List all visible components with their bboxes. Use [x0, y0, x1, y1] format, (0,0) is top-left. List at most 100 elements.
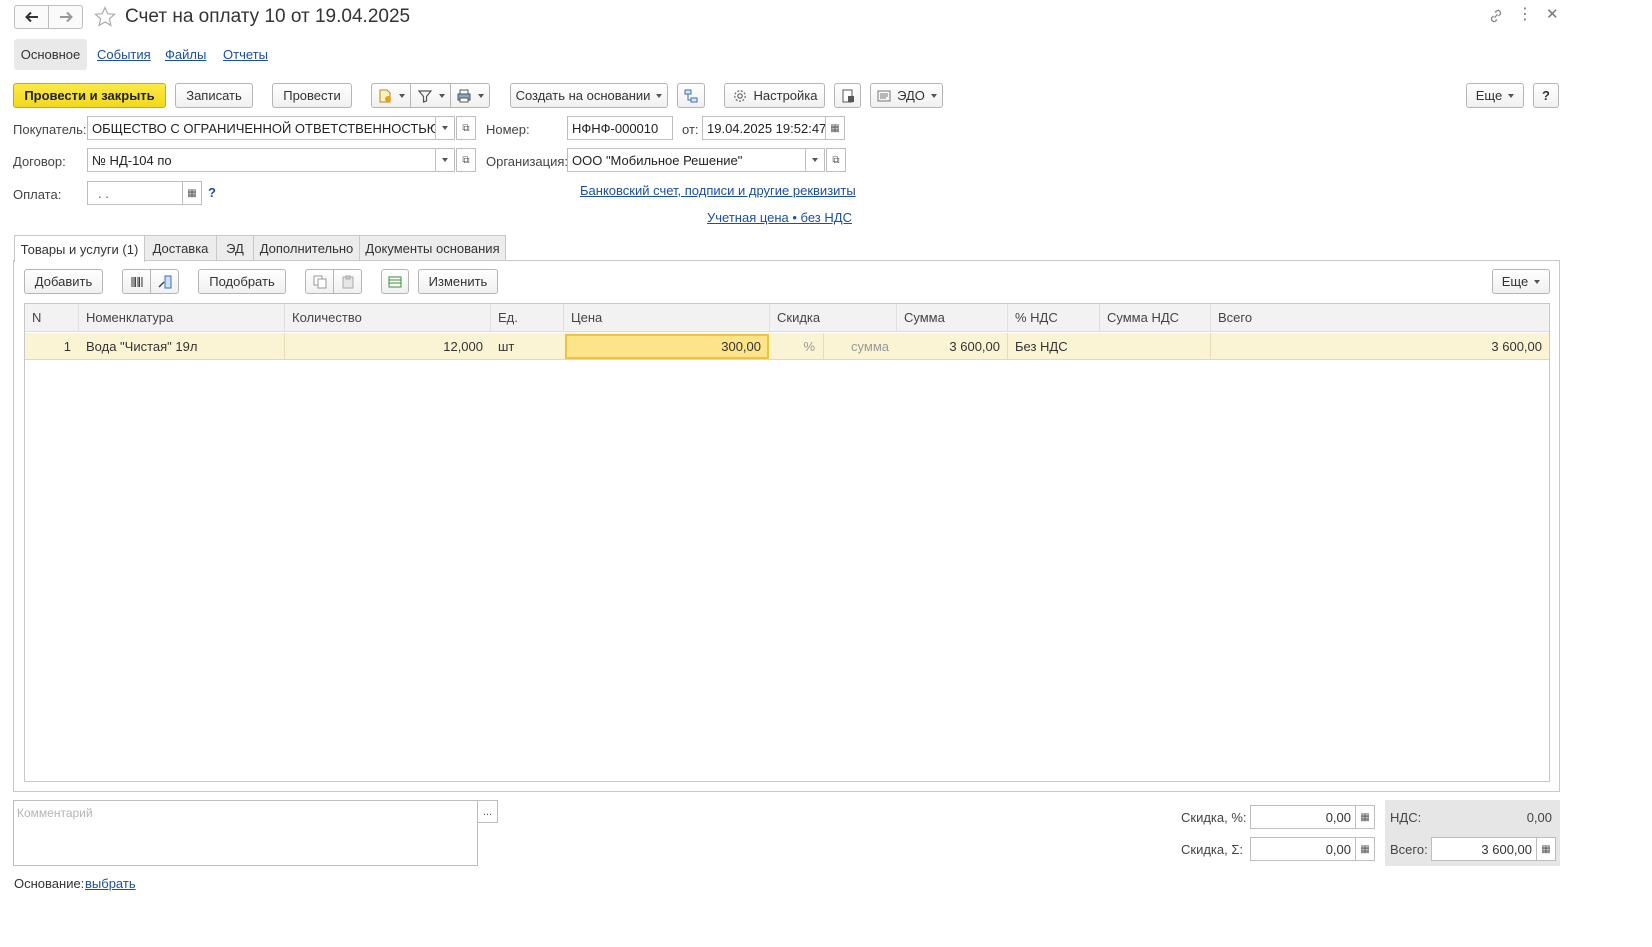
- payment-date-field[interactable]: . .: [87, 181, 183, 205]
- buyer-field[interactable]: ОБЩЕСТВО С ОГРАНИЧЕННОЙ ОТВЕТСТВЕННОСТЬЮ…: [87, 116, 436, 140]
- cell-vat-rate[interactable]: Без НДС: [1015, 333, 1095, 360]
- filter-dropdown[interactable]: [410, 83, 451, 108]
- arrow-right-icon: [59, 11, 73, 23]
- scan-device-button[interactable]: [150, 269, 179, 294]
- close-icon[interactable]: ✕: [1546, 6, 1559, 24]
- column-header-total[interactable]: Всего: [1211, 304, 1549, 332]
- discount-sum-field[interactable]: 0,00: [1250, 837, 1356, 861]
- organization-dropdown-button[interactable]: [805, 148, 825, 172]
- help-button[interactable]: ?: [1533, 83, 1559, 108]
- bank-requisites-link[interactable]: Банковский счет, подписи и другие реквиз…: [580, 183, 856, 198]
- comment-textarea[interactable]: Комментарий: [13, 800, 478, 866]
- more-actions-label: Еще: [1475, 88, 1503, 103]
- cell-item[interactable]: Вода "Чистая" 19л: [86, 333, 282, 360]
- tab-ed[interactable]: ЭД: [216, 235, 254, 261]
- column-header-discount[interactable]: Скидка: [770, 304, 897, 332]
- create-based-on-button[interactable]: Создать на основании: [510, 83, 668, 108]
- buyer-dropdown-button[interactable]: [435, 116, 455, 140]
- cell-qty[interactable]: 12,000: [285, 333, 483, 360]
- chevron-down-icon: [442, 126, 448, 130]
- column-header-item[interactable]: Номенклатура: [79, 304, 285, 332]
- settings-button[interactable]: Настройка: [724, 83, 825, 108]
- tab-additional[interactable]: Дополнительно: [253, 235, 360, 261]
- printer-icon: [457, 89, 471, 102]
- edo-dropdown[interactable]: ЭДО: [870, 83, 943, 108]
- discount-sum-label: Скидка, Σ:: [1181, 842, 1243, 857]
- contract-open-button[interactable]: ⧉: [456, 148, 476, 172]
- filter-icon: [417, 89, 432, 103]
- print-dropdown[interactable]: [450, 83, 490, 108]
- cell-price[interactable]: 300,00: [565, 334, 769, 359]
- tab-goods-services[interactable]: Товары и услуги (1): [14, 235, 145, 262]
- total-value: 3 600,00: [1481, 841, 1532, 857]
- paste-icon: [342, 275, 353, 288]
- column-header-vat-rate[interactable]: % НДС: [1008, 304, 1100, 332]
- discount-pct-field[interactable]: 0,00: [1250, 805, 1356, 829]
- copy-rows-button[interactable]: [305, 269, 334, 294]
- price-type-link[interactable]: Учетная цена • без НДС: [707, 210, 852, 225]
- link-icon[interactable]: [1488, 8, 1504, 27]
- total-calc-button[interactable]: ▦: [1536, 837, 1556, 861]
- cell-discount-sum[interactable]: сумма: [824, 333, 889, 360]
- forward-button[interactable]: [48, 5, 83, 29]
- contract-field[interactable]: № НД-104 по: [87, 148, 436, 172]
- post-and-close-button[interactable]: Провести и закрыть: [13, 83, 166, 108]
- column-header-n[interactable]: N: [25, 304, 79, 332]
- column-header-sum[interactable]: Сумма: [897, 304, 1008, 332]
- edo-label: ЭДО: [897, 88, 925, 103]
- buyer-open-button[interactable]: ⧉: [456, 116, 476, 140]
- back-button[interactable]: [14, 5, 49, 29]
- payment-calendar-button[interactable]: ▦: [182, 181, 202, 205]
- tab-main-label: Основное: [20, 47, 81, 62]
- column-header-price[interactable]: Цена: [564, 304, 770, 332]
- cell-vat-sum[interactable]: [1100, 333, 1203, 360]
- paste-rows-button[interactable]: [333, 269, 362, 294]
- chevron-down-icon: [1534, 279, 1541, 284]
- post-button[interactable]: Провести: [272, 83, 352, 108]
- date-calendar-button[interactable]: ▦: [825, 116, 845, 140]
- number-field[interactable]: НФНФ-000010: [567, 116, 673, 140]
- save-button[interactable]: Записать: [175, 83, 253, 108]
- table-settings-button[interactable]: [381, 269, 409, 294]
- column-header-unit[interactable]: Ед.: [491, 304, 564, 332]
- tab-delivery[interactable]: Доставка: [144, 235, 217, 261]
- calculator-icon: ▦: [1541, 843, 1551, 855]
- add-row-button[interactable]: Добавить: [24, 269, 103, 294]
- date-field[interactable]: 19.04.2025 19:52:47: [702, 116, 826, 140]
- tab-reports[interactable]: Отчеты: [223, 47, 268, 62]
- favorite-star-icon[interactable]: [93, 5, 117, 29]
- barcode-icon: [130, 276, 143, 287]
- calculator-icon: ▦: [1360, 843, 1370, 855]
- table-more-button[interactable]: Еще: [1492, 269, 1550, 294]
- cell-unit[interactable]: шт: [498, 333, 558, 360]
- tab-events[interactable]: События: [97, 47, 151, 62]
- column-header-qty[interactable]: Количество: [285, 304, 491, 332]
- discount-sum-calc-button[interactable]: ▦: [1355, 837, 1375, 861]
- pick-button[interactable]: Подобрать: [198, 269, 286, 294]
- more-actions-button[interactable]: Еще: [1466, 83, 1524, 108]
- structure-button[interactable]: [677, 83, 705, 108]
- discount-pct-calc-button[interactable]: ▦: [1355, 805, 1375, 829]
- contract-dropdown-button[interactable]: [435, 148, 455, 172]
- tab-base-documents[interactable]: Документы основания: [359, 235, 506, 261]
- basis-label: Основание:: [14, 876, 85, 891]
- change-button[interactable]: Изменить: [418, 269, 498, 294]
- organization-open-button[interactable]: ⧉: [826, 148, 846, 172]
- document-add-icon: [379, 89, 391, 102]
- column-header-vat-sum[interactable]: Сумма НДС: [1100, 304, 1211, 332]
- calendar-icon: ▦: [187, 187, 197, 199]
- comment-expand-button[interactable]: ...: [477, 800, 498, 823]
- organization-field[interactable]: ООО "Мобильное Решение": [567, 148, 806, 172]
- barcode-button[interactable]: [122, 269, 151, 294]
- payment-help-icon[interactable]: ?: [208, 185, 216, 200]
- cell-total[interactable]: 3 600,00: [1211, 333, 1542, 360]
- print-forms-dropdown[interactable]: [371, 83, 411, 108]
- kebab-menu-icon[interactable]: ⋮: [1517, 6, 1533, 24]
- attachments-button[interactable]: [834, 83, 861, 108]
- cell-discount-pct[interactable]: %: [770, 333, 815, 360]
- tab-files[interactable]: Файлы: [165, 47, 206, 62]
- cell-sum[interactable]: 3 600,00: [897, 333, 1000, 360]
- clipboard-lock-icon: [842, 89, 854, 102]
- basis-select-link[interactable]: выбрать: [85, 876, 136, 891]
- tab-main[interactable]: Основное: [14, 39, 87, 70]
